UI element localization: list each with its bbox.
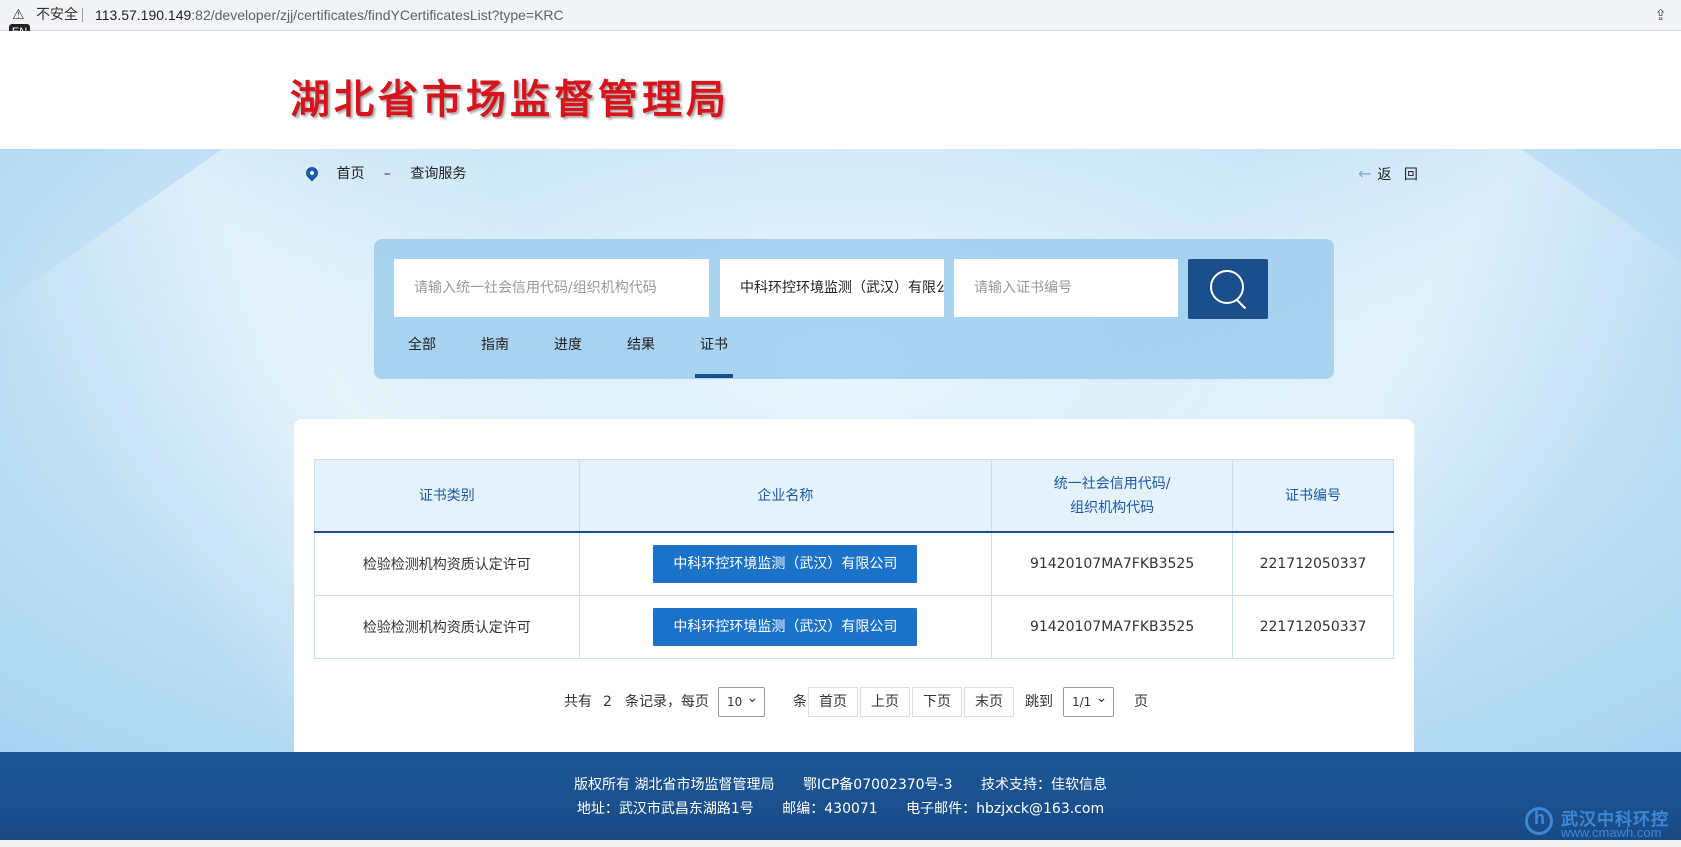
breadcrumb-separator: –	[383, 166, 391, 182]
footer-line-1: 版权所有 湖北省市场监督管理局 鄂ICP备07002370号-3 技术支持：佳软…	[0, 774, 1681, 794]
cell-company: 中科环控环境监测（武汉）有限公司	[578, 595, 993, 659]
table-row: 检验检测机构资质认定许可 中科环控环境监测（武汉）有限公司 91420107MA…	[314, 531, 1394, 596]
header-credit-code-line1: 统一社会信用代码/	[1053, 475, 1171, 492]
company-button[interactable]: 中科环控环境监测（武汉）有限公司	[653, 545, 918, 583]
breadcrumb-home[interactable]: 首页	[336, 166, 364, 182]
pager-records-per-page: 条记录，每页	[625, 694, 709, 710]
header-cert-no: 证书编号	[1232, 459, 1394, 533]
footer-icp[interactable]: 鄂ICP备07002370号-3	[803, 777, 953, 793]
location-pin-icon	[303, 164, 321, 182]
cell-company: 中科环控环境监测（武汉）有限公司	[578, 531, 993, 596]
cell-credit-code: 91420107MA7FKB3525	[991, 531, 1234, 596]
arrow-left-icon: ←	[1358, 164, 1372, 183]
table-header-row: 证书类别 企业名称 统一社会信用代码/组织机构代码 证书编号	[314, 459, 1394, 533]
table-row: 检验检测机构资质认定许可 中科环控环境监测（武汉）有限公司 91420107MA…	[314, 595, 1394, 659]
pager-total-prefix: 共有	[564, 694, 592, 710]
company-name-input[interactable]: 中科环控环境监测（武汉）有限公司	[720, 259, 944, 317]
footer-tech-support: 技术支持：佳软信息	[980, 777, 1107, 793]
cell-category: 检验检测机构资质认定许可	[314, 531, 580, 596]
header-credit-code-line2: 组织机构代码	[1070, 499, 1155, 516]
site-footer: 版权所有 湖北省市场监督管理局 鄂ICP备07002370号-3 技术支持：佳软…	[0, 752, 1681, 840]
site-header: 湖北省市场监督管理局	[0, 31, 1681, 149]
first-page-button[interactable]: 首页	[808, 687, 858, 717]
footer-address: 地址：武汉市武昌东湖路1号	[576, 801, 754, 817]
pager-page-unit: 页	[1134, 694, 1148, 710]
header-credit-code: 统一社会信用代码/组织机构代码	[991, 459, 1234, 533]
company-button[interactable]: 中科环控环境监测（武汉）有限公司	[653, 608, 918, 646]
footer-postcode: 邮编：430071	[782, 801, 878, 817]
watermark-logo-icon	[1525, 807, 1553, 835]
browser-address-bar[interactable]: ⚠ 不安全 113.57.190.149:82/developer/zjj/ce…	[0, 0, 1681, 31]
cell-credit-code: 91420107MA7FKB3525	[991, 595, 1234, 659]
pagination: 共有 2 条记录，每页 10 条 首页 上页 下页 末页 跳到 1/1 页	[294, 684, 1414, 717]
breadcrumb: 首页 – 查询服务	[303, 164, 466, 184]
footer-line-2: 地址：武汉市武昌东湖路1号 邮编：430071 电子邮件：hbzjxck@163…	[0, 798, 1681, 818]
pager-unit: 条	[793, 694, 807, 710]
insecure-label[interactable]: 不安全	[36, 0, 78, 30]
cell-cert-no: 221712050337	[1232, 595, 1394, 659]
cell-cert-no: 221712050337	[1232, 531, 1394, 596]
footer-email[interactable]: 电子邮件：hbzjxck@163.com	[906, 801, 1104, 817]
tab-progress[interactable]: 进度	[554, 335, 582, 355]
last-page-button[interactable]: 末页	[964, 687, 1014, 717]
next-page-button[interactable]: 下页	[912, 687, 962, 717]
url-text[interactable]: 113.57.190.149:82/developer/zjj/certific…	[95, 0, 564, 30]
address-separator	[82, 8, 83, 22]
cell-category: 检验检测机构资质认定许可	[314, 595, 580, 659]
header-company: 企业名称	[578, 459, 993, 533]
watermark-site: www.cmawh.com	[1561, 825, 1662, 840]
header-category: 证书类别	[314, 459, 580, 533]
search-panel: 请输入统一社会信用代码/组织机构代码 中科环控环境监测（武汉）有限公司 请输入证…	[374, 239, 1334, 379]
prev-page-button[interactable]: 上页	[860, 687, 910, 717]
bottom-strip	[0, 840, 1681, 847]
search-icon-handle	[1236, 299, 1247, 310]
tab-certificate[interactable]: 证书	[695, 335, 733, 378]
pager-jump-label: 跳到	[1025, 694, 1053, 710]
search-button[interactable]	[1188, 259, 1268, 319]
back-label: 返 回	[1377, 167, 1422, 183]
certificate-number-input[interactable]: 请输入证书编号	[954, 259, 1178, 317]
back-link[interactable]: ← 返 回	[1358, 164, 1422, 185]
results-card: 证书类别 企业名称 统一社会信用代码/组织机构代码 证书编号 检验检测机构资质认…	[294, 419, 1414, 752]
breadcrumb-current[interactable]: 查询服务	[410, 166, 466, 182]
results-table: 证书类别 企业名称 统一社会信用代码/组织机构代码 证书编号 检验检测机构资质认…	[314, 459, 1394, 659]
page-jump-select[interactable]: 1/1	[1063, 684, 1115, 717]
share-icon[interactable]: ⇪	[1654, 0, 1667, 30]
tab-guide[interactable]: 指南	[481, 335, 509, 355]
site-title: 湖北省市场监督管理局	[290, 77, 730, 123]
tab-all[interactable]: 全部	[408, 335, 436, 355]
credit-code-input[interactable]: 请输入统一社会信用代码/组织机构代码	[394, 259, 709, 317]
tab-result[interactable]: 结果	[627, 335, 655, 355]
pager-total: 2	[603, 694, 612, 710]
page-size-select[interactable]: 10	[718, 684, 766, 717]
footer-copyright: 版权所有 湖北省市场监督管理局	[574, 777, 775, 793]
search-icon	[1210, 270, 1244, 304]
url-path: :82/developer/zjj/certificates/findYCert…	[191, 7, 564, 23]
url-host: 113.57.190.149	[95, 7, 192, 23]
